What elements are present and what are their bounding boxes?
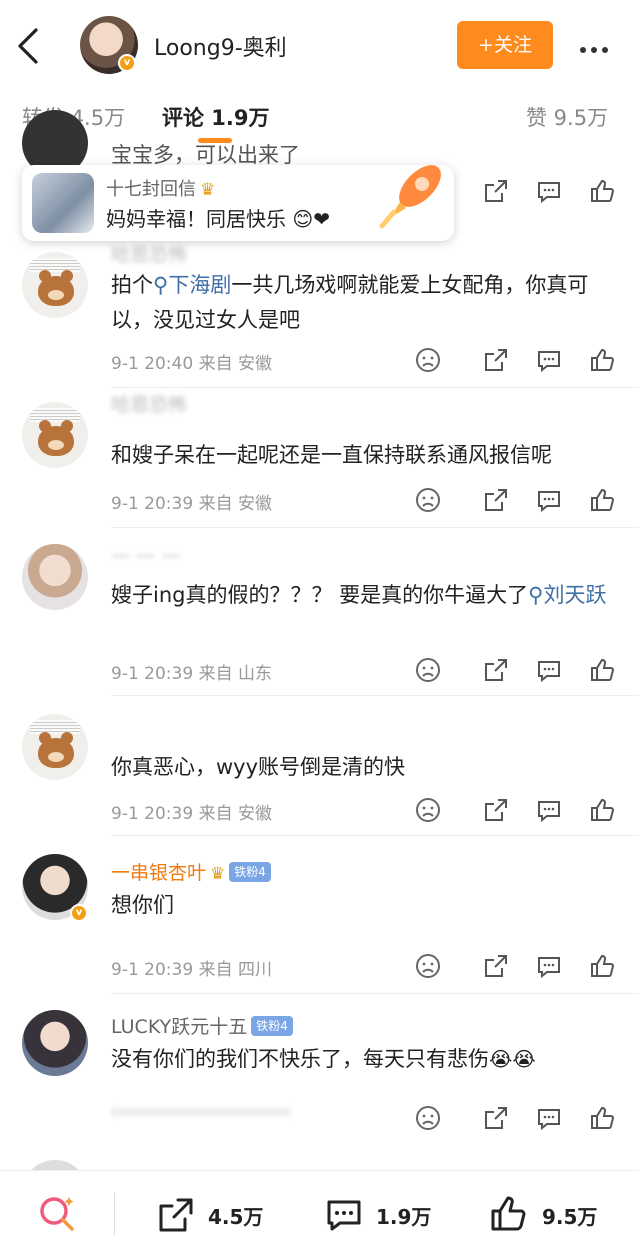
- share-icon[interactable]: [482, 1104, 510, 1132]
- crown-icon: ♛: [210, 864, 226, 884]
- share-icon[interactable]: [482, 177, 510, 205]
- popup-avatar: [32, 173, 94, 233]
- dislike-icon[interactable]: [414, 796, 442, 824]
- comment-icon[interactable]: [535, 952, 563, 980]
- search-link[interactable]: ⚲下海剧: [153, 273, 231, 297]
- comment-meta: 9-1 20:39 来自 山东: [111, 664, 272, 684]
- bottom-action-bar: 4.5万 1.9万 9.5万: [0, 1170, 639, 1257]
- comment-icon[interactable]: [535, 486, 563, 514]
- like-button[interactable]: 9.5万: [488, 1171, 618, 1257]
- comment-text: 嫂子ing真的假的？？？ 要是真的你牛逼大了⚲刘天跃: [111, 583, 607, 607]
- tab-likes[interactable]: 赞 9.5万: [526, 102, 608, 132]
- author-name[interactable]: Loong9-奥利: [154, 30, 287, 62]
- emoji: 😭😭: [489, 1047, 536, 1071]
- comment-item: v 一串银杏叶 ♛ 铁粉4 想你们 9-1 20:39 来自 四川: [0, 836, 639, 994]
- fan-badge: 铁粉4: [229, 862, 271, 882]
- comment-meta: 9-1 20:39 来自 安徽: [111, 494, 272, 514]
- like-icon[interactable]: [588, 656, 616, 684]
- comment-icon[interactable]: [535, 1104, 563, 1132]
- share-icon[interactable]: [482, 952, 510, 980]
- comment-text: 你真恶心，wyy账号倒是清的快: [111, 755, 406, 779]
- like-icon: [491, 1196, 526, 1231]
- tab-comments[interactable]: 评论 1.9万: [162, 102, 270, 132]
- repost-button[interactable]: 4.5万: [156, 1171, 276, 1257]
- comment-username[interactable]: 哈恩恐怖: [111, 390, 187, 417]
- comment-button[interactable]: 1.9万: [324, 1171, 444, 1257]
- dislike-icon[interactable]: [414, 486, 442, 514]
- top-bar: v Loong9-奥利 +关注: [0, 0, 639, 92]
- share-icon[interactable]: [482, 346, 510, 374]
- share-icon[interactable]: [482, 486, 510, 514]
- comment-icon: [327, 1200, 361, 1231]
- comment-meta-blurred: [111, 1108, 291, 1116]
- like-icon[interactable]: [588, 486, 616, 514]
- comment-item: — — — 嫂子ing真的假的？？？ 要是真的你牛逼大了⚲刘天跃 9-1 20:…: [0, 528, 639, 696]
- follow-button[interactable]: +关注: [457, 21, 553, 69]
- comment-count: 1.9万: [376, 1205, 432, 1229]
- search-link[interactable]: ⚲刘天跃: [528, 583, 606, 607]
- more-options-icon[interactable]: [580, 38, 620, 53]
- share-icon: [159, 1198, 193, 1232]
- comment-username[interactable]: LUCKY跃元十五 铁粉4: [111, 1012, 293, 1039]
- dislike-icon[interactable]: [414, 656, 442, 684]
- comment-username[interactable]: 哈恩恐怖: [111, 240, 187, 267]
- comment-meta: 9-1 20:39 来自 安徽: [111, 804, 272, 824]
- search-icon[interactable]: [36, 1193, 78, 1235]
- like-icon[interactable]: [588, 346, 616, 374]
- fan-badge: 铁粉4: [251, 1016, 293, 1036]
- comment-icon[interactable]: [535, 796, 563, 824]
- like-count: 9.5万: [542, 1205, 598, 1229]
- comment-item: LUCKY跃元十五 铁粉4 没有你们的我们不快乐了，每天只有悲伤😭😭: [0, 994, 639, 1148]
- like-icon[interactable]: [588, 1104, 616, 1132]
- comment-avatar[interactable]: [22, 252, 88, 318]
- back-arrow-icon[interactable]: [14, 26, 44, 66]
- emoji: 😊❤: [292, 207, 330, 231]
- repost-count: 4.5万: [208, 1205, 264, 1229]
- comment-item: 哈恩恐怖 拍个⚲下海剧一共几场戏啊就能爱上女配角，你真可以，没见过女人是吧 9-…: [0, 240, 639, 388]
- comment-username[interactable]: — — —: [111, 544, 180, 566]
- dislike-icon[interactable]: [414, 952, 442, 980]
- dislike-icon[interactable]: [414, 1104, 442, 1132]
- divider: [114, 1193, 115, 1235]
- comment-text: 想你们: [111, 893, 174, 917]
- verified-badge-icon: v: [70, 904, 88, 922]
- popup-username: 十七封回信 ♛: [106, 179, 216, 200]
- rocket-icon: [379, 165, 441, 229]
- comment-meta: 9-1 20:39 来自 四川: [111, 960, 272, 980]
- comment-avatar[interactable]: [22, 714, 88, 780]
- like-icon[interactable]: [588, 952, 616, 980]
- comment-avatar[interactable]: [22, 544, 88, 610]
- like-icon[interactable]: [588, 177, 616, 205]
- comment-username[interactable]: 一串银杏叶 ♛ 铁粉4: [111, 858, 271, 885]
- like-icon[interactable]: [588, 796, 616, 824]
- share-icon[interactable]: [482, 656, 510, 684]
- share-icon[interactable]: [482, 796, 510, 824]
- dislike-icon[interactable]: [414, 346, 442, 374]
- crown-icon: ♛: [200, 180, 216, 200]
- verified-badge-icon: v: [118, 54, 136, 72]
- comment-icon[interactable]: [535, 346, 563, 374]
- comment-text: 和嫂子呆在一起呢还是一直保持联系通风报信呢: [111, 443, 552, 467]
- comment-icon[interactable]: [535, 177, 563, 205]
- comment-meta: 9-1 20:40 来自 安徽: [111, 354, 272, 374]
- comment-avatar[interactable]: [22, 1010, 88, 1076]
- comment-item: 哈恩恐怖 和嫂子呆在一起呢还是一直保持联系通风报信呢 9-1 20:39 来自 …: [0, 388, 639, 528]
- comment-icon[interactable]: [535, 656, 563, 684]
- comment-item: 你真恶心，wyy账号倒是清的快 9-1 20:39 来自 安徽: [0, 696, 639, 836]
- comment-text: 没有你们的我们不快乐了，每天只有悲伤😭😭: [111, 1047, 536, 1071]
- popup-text: 妈妈幸福！同居快乐 😊❤: [106, 207, 330, 231]
- comment-text: 拍个⚲下海剧一共几场戏啊就能爱上女配角，你真可以，没见过女人是吧: [111, 273, 589, 332]
- comment-avatar[interactable]: [22, 402, 88, 468]
